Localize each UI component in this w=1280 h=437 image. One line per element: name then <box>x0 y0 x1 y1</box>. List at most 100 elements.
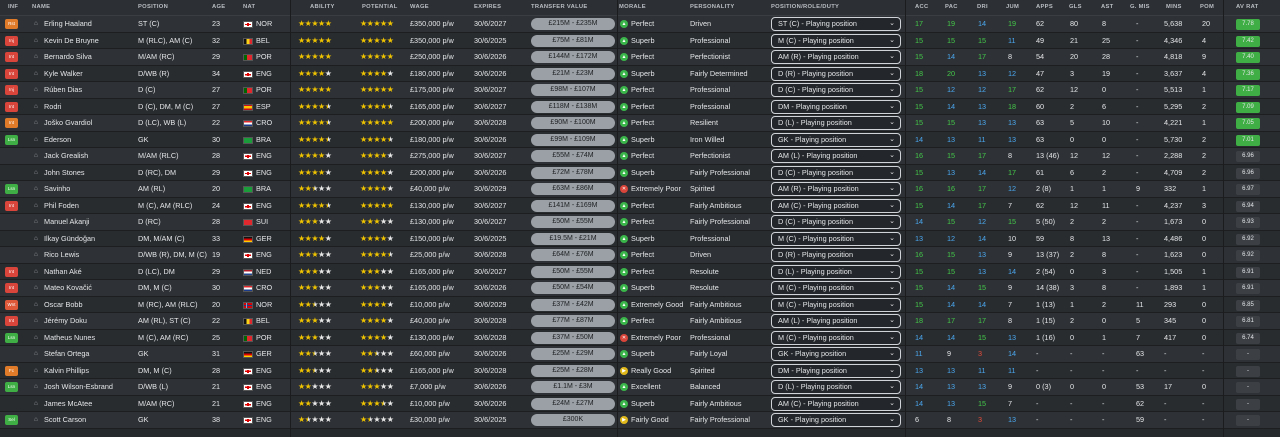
player-nationality[interactable]: BEL <box>256 313 284 330</box>
player-name[interactable]: Kevin De Bruyne <box>44 33 134 50</box>
col-pom[interactable]: POM <box>1200 4 1214 10</box>
player-nationality[interactable]: ENG <box>256 148 284 165</box>
table-row[interactable]: Wnt ⌂ Oscar Bobb M (RC), AM (RLC) 20 NOR… <box>0 296 1280 313</box>
table-row[interactable]: Sel ⌂ Scott Carson GK 38 ENG ★★★★★ ★★★★★… <box>0 412 1280 429</box>
status-badge[interactable]: Lsn <box>5 382 18 392</box>
role-select[interactable]: DM - Playing position ⌄ <box>771 99 901 114</box>
status-badge[interactable]: Int <box>5 68 18 79</box>
player-nationality[interactable]: ENG <box>256 66 284 83</box>
status-badge[interactable]: Int <box>5 52 18 62</box>
table-row[interactable]: Lsn ⌂ Ederson GK 30 BRA ★★★★★ ★★★★★ £180… <box>0 131 1280 149</box>
player-name[interactable]: Mateo Kovačić <box>44 280 134 297</box>
col-wage[interactable]: WAGE <box>410 4 429 10</box>
player-nationality[interactable]: POR <box>256 82 284 99</box>
table-row[interactable]: ⌂ Ilkay Gündoğan DM, M/AM (C) 33 GER ★★★… <box>0 230 1280 248</box>
table-row[interactable]: Int ⌂ Kyle Walker D/WB (R) 34 ENG ★★★★★ … <box>0 65 1280 83</box>
player-name[interactable]: Ederson <box>44 132 134 149</box>
status-badge[interactable]: Inj <box>5 85 18 95</box>
player-nationality[interactable]: ENG <box>256 198 284 215</box>
status-badge[interactable]: Wnt <box>5 299 18 310</box>
col-inf[interactable]: INF <box>8 4 18 10</box>
role-select[interactable]: ST (C) - Playing position ⌄ <box>771 17 901 31</box>
role-select[interactable]: AM (R) - Playing position ⌄ <box>771 50 901 64</box>
player-nationality[interactable]: ENG <box>256 363 284 380</box>
table-row[interactable]: ⌂ Manuel Akanji D (RC) 28 SUI ★★★★★ ★★★★… <box>0 214 1280 231</box>
role-select[interactable]: GK - Playing position ⌄ <box>771 413 901 427</box>
status-badge[interactable]: Lsn <box>5 184 18 194</box>
status-badge[interactable]: Rst <box>5 19 18 29</box>
role-select[interactable]: AM (L) - Playing position ⌄ <box>771 314 901 328</box>
player-nationality[interactable]: ENG <box>256 396 284 413</box>
player-name[interactable]: Phil Foden <box>44 198 134 215</box>
player-name[interactable]: Kalvin Phillips <box>44 363 134 380</box>
player-name[interactable]: Jérémy Doku <box>44 313 134 330</box>
player-nationality[interactable]: ENG <box>256 165 284 182</box>
role-select[interactable]: M (C) - Playing position ⌄ <box>771 33 901 48</box>
status-badge[interactable]: Lsn <box>5 332 18 343</box>
table-row[interactable]: Lsn ⌂ Josh Wilson-Esbrand D/WB (L) 21 EN… <box>0 379 1280 396</box>
role-select[interactable]: M (C) - Playing position ⌄ <box>771 330 901 345</box>
role-select[interactable]: D (C) - Playing position ⌄ <box>771 215 901 229</box>
role-select[interactable]: GK - Playing position ⌄ <box>771 347 901 361</box>
col-potential[interactable]: POTENTIAL <box>362 4 398 10</box>
table-row[interactable]: ⌂ John Stones D (RC), DM 29 ENG ★★★★★ ★★… <box>0 164 1280 182</box>
table-row[interactable]: ⌂ Stefan Ortega GK 31 GER ★★★★★ ★★★★★ £6… <box>0 346 1280 363</box>
table-row[interactable]: ⌂ Rico Lewis D/WB (R), DM, M (C) 19 ENG … <box>0 247 1280 264</box>
table-row[interactable]: Int ⌂ Jérémy Doku AM (RL), ST (C) 22 BEL… <box>0 313 1280 330</box>
col-ability[interactable]: ABILITY <box>310 4 335 10</box>
role-select[interactable]: D (C) - Playing position ⌄ <box>771 83 901 97</box>
table-row[interactable]: Int ⌂ Phil Foden M (C), AM (RLC) 24 ENG … <box>0 197 1280 215</box>
role-select[interactable]: GK - Playing position ⌄ <box>771 132 901 147</box>
player-name[interactable]: Rico Lewis <box>44 247 134 264</box>
status-badge[interactable]: Int <box>5 101 18 112</box>
player-nationality[interactable]: BRA <box>256 132 284 149</box>
player-nationality[interactable]: BRA <box>256 181 284 198</box>
player-nationality[interactable]: CRO <box>256 280 284 297</box>
status-badge[interactable]: Inj <box>5 35 18 46</box>
table-row[interactable]: Rst ⌂ Erling Haaland ST (C) 23 NOR ★★★★★… <box>0 16 1280 33</box>
table-row[interactable]: Int ⌂ Bernardo Silva M/AM (RC) 29 POR ★★… <box>0 49 1280 66</box>
status-badge[interactable]: Sel <box>5 415 18 425</box>
role-select[interactable]: DM - Playing position ⌄ <box>771 363 901 378</box>
col-personality[interactable]: PERSONALITY <box>690 4 735 10</box>
table-row[interactable]: ⌂ Jack Grealish M/AM (RLC) 28 ENG ★★★★★ … <box>0 148 1280 165</box>
table-row[interactable]: Lsn ⌂ Savinho AM (RL) 20 BRA ★★★★★ ★★★★★… <box>0 181 1280 198</box>
col-pac[interactable]: PAC <box>945 4 958 10</box>
player-name[interactable]: Josh Wilson-Esbrand <box>44 379 134 396</box>
col-position[interactable]: POSITION <box>138 4 168 10</box>
role-select[interactable]: AM (C) - Playing position ⌄ <box>771 198 901 213</box>
player-nationality[interactable]: ENG <box>256 412 284 429</box>
col-mins[interactable]: MINS <box>1166 4 1182 10</box>
player-name[interactable]: John Stones <box>44 165 134 182</box>
player-nationality[interactable]: ENG <box>256 379 284 396</box>
col-jum[interactable]: JUM <box>1006 4 1019 10</box>
player-nationality[interactable]: POR <box>256 330 284 347</box>
col-nat[interactable]: NAT <box>243 4 255 10</box>
player-name[interactable]: Rodri <box>44 99 134 116</box>
player-name[interactable]: Joško Gvardiol <box>44 115 134 132</box>
status-badge[interactable]: Fc <box>5 365 18 376</box>
player-nationality[interactable]: ENG <box>256 247 284 264</box>
col-acc[interactable]: ACC <box>915 4 928 10</box>
table-row[interactable]: Int ⌂ Nathan Aké D (LC), DM 29 NED ★★★★★… <box>0 263 1280 280</box>
player-name[interactable]: Jack Grealish <box>44 148 134 165</box>
player-name[interactable]: Stefan Ortega <box>44 346 134 363</box>
role-select[interactable]: AM (C) - Playing position ⌄ <box>771 396 901 411</box>
player-name[interactable]: Kyle Walker <box>44 66 134 83</box>
col-expires[interactable]: EXPIRES <box>474 4 501 10</box>
status-badge[interactable]: Int <box>5 200 18 211</box>
player-nationality[interactable]: GER <box>256 231 284 248</box>
table-row[interactable]: Inj ⌂ Rúben Dias D (C) 27 POR ★★★★★ ★★★★… <box>0 82 1280 99</box>
role-select[interactable]: D (L) - Playing position ⌄ <box>771 264 901 279</box>
table-row[interactable]: Lsn ⌂ Matheus Nunes M (C), AM (RC) 25 PO… <box>0 329 1280 347</box>
col-transfer-value[interactable]: TRANSFER VALUE <box>531 4 588 10</box>
player-nationality[interactable]: NOR <box>256 16 284 33</box>
table-row[interactable]: ⌂ James McAtee M/AM (RC) 21 ENG ★★★★★ ★★… <box>0 395 1280 413</box>
status-badge[interactable]: Int <box>5 118 18 128</box>
player-name[interactable]: Savinho <box>44 181 134 198</box>
role-select[interactable]: D (L) - Playing position ⌄ <box>771 380 901 394</box>
status-badge[interactable]: Lsn <box>5 134 18 145</box>
table-row[interactable]: Inj ⌂ Kevin De Bruyne M (RLC), AM (C) 32… <box>0 32 1280 50</box>
status-badge[interactable]: Int <box>5 316 18 326</box>
role-select[interactable]: M (C) - Playing position ⌄ <box>771 231 901 246</box>
